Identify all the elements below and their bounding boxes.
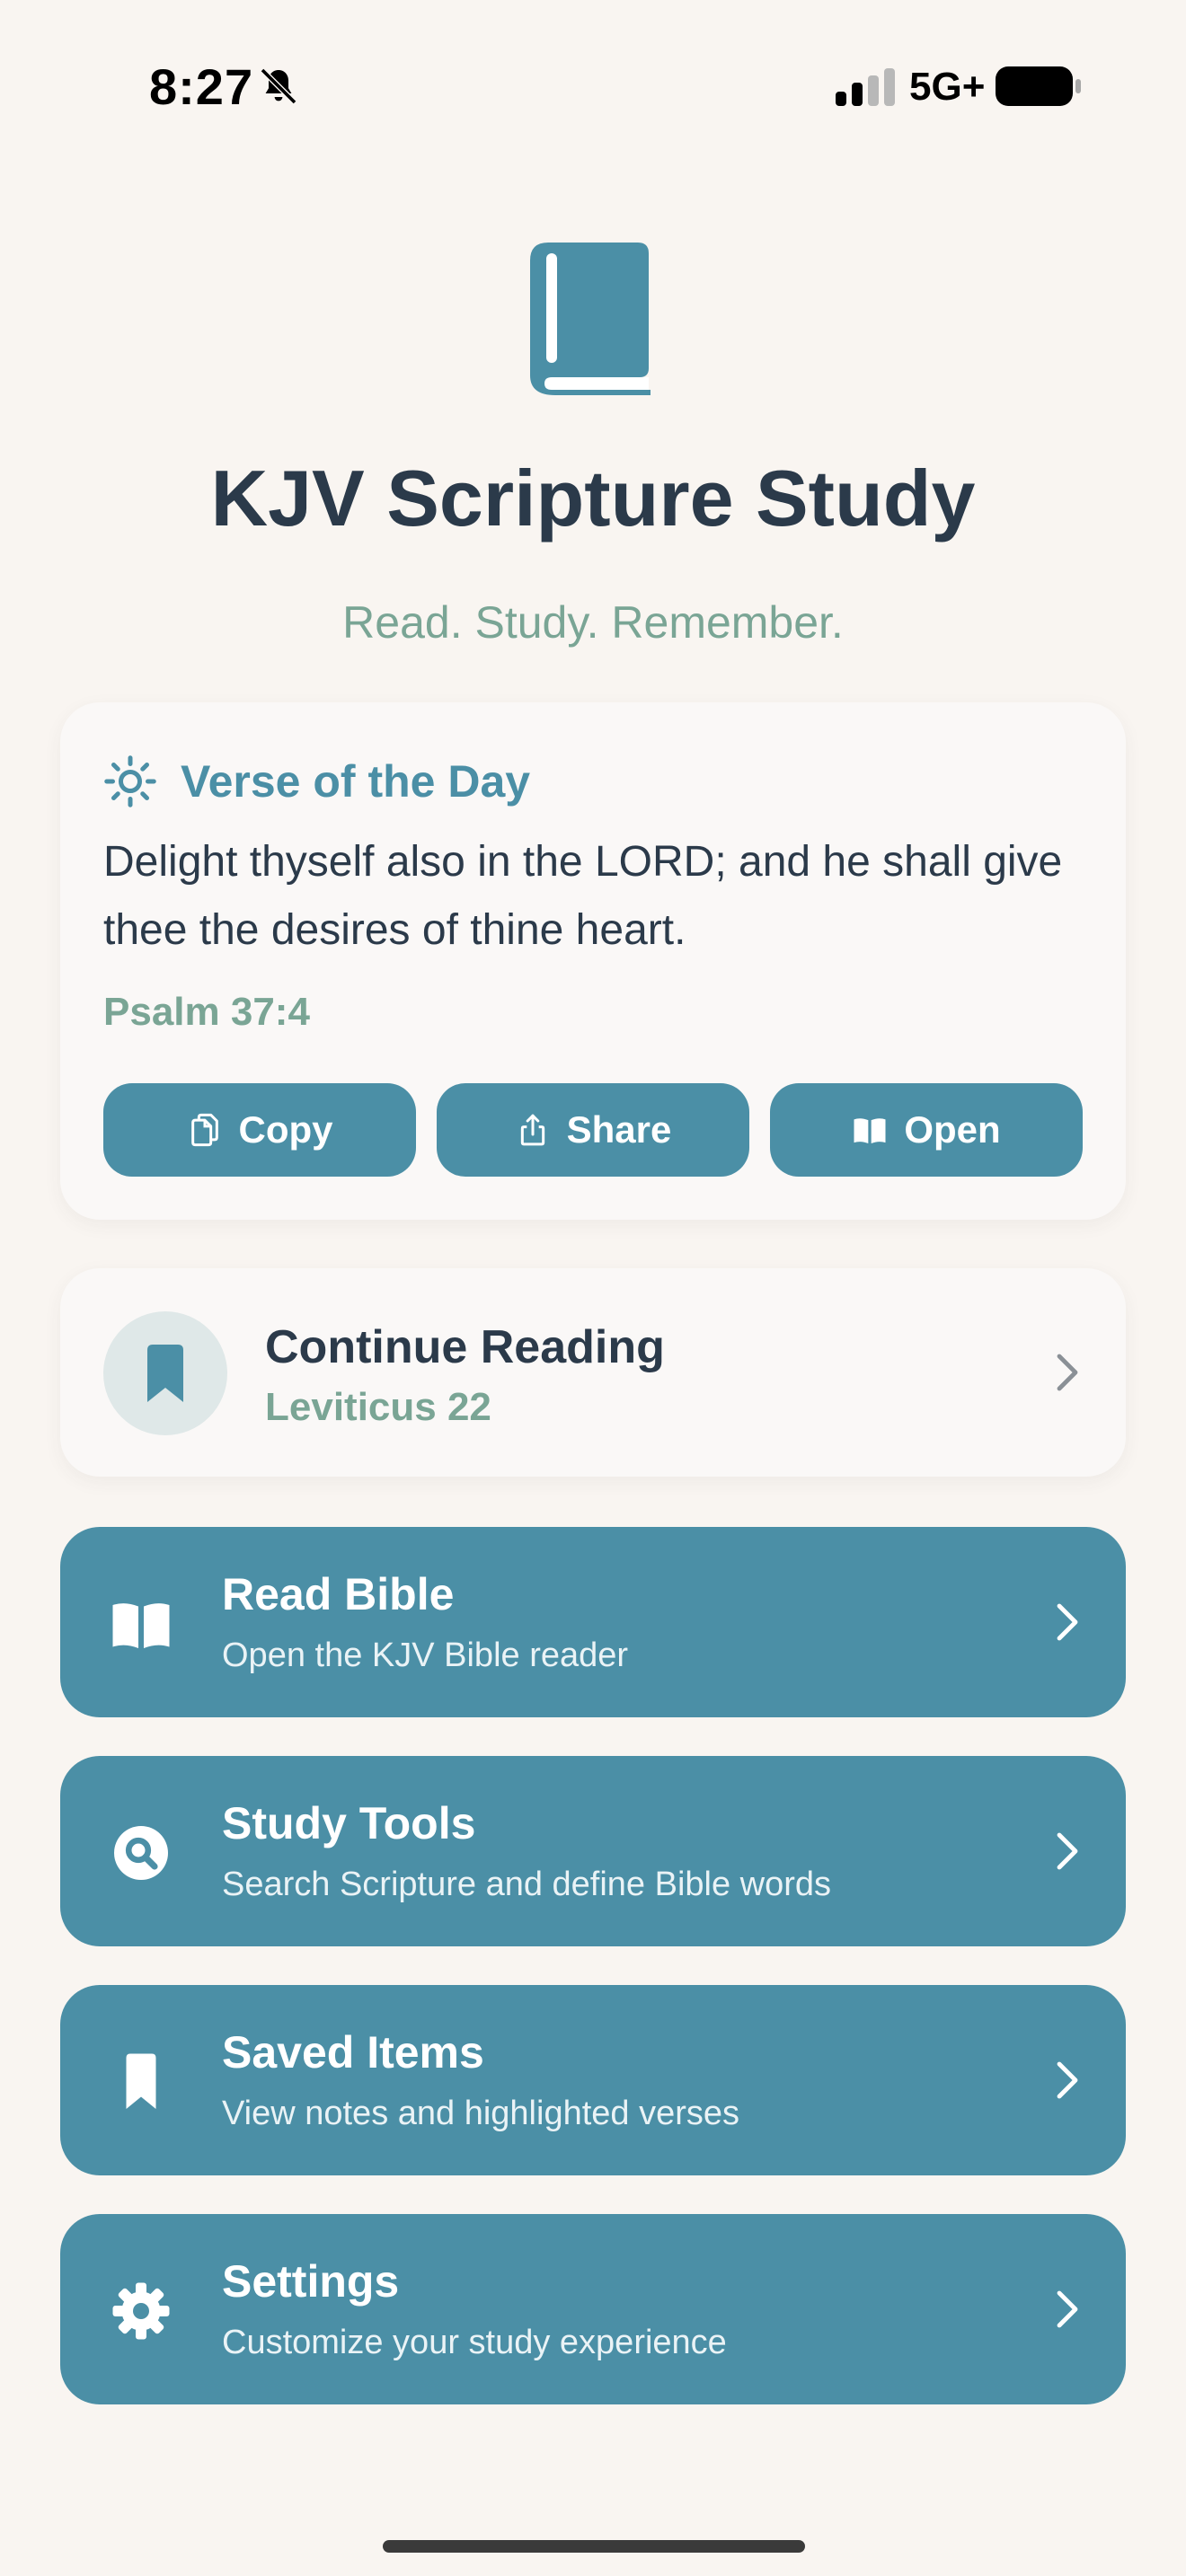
chevron-right-icon	[1057, 1354, 1078, 1391]
continue-reading-title: Continue Reading	[265, 1321, 665, 1373]
settings-title: Settings	[222, 2256, 400, 2307]
home-indicator[interactable]	[383, 2540, 805, 2553]
continue-reading-location: Leviticus 22	[265, 1385, 491, 1429]
chevron-right-icon	[1057, 1832, 1078, 1870]
bookmark-badge	[103, 1311, 227, 1435]
open-book-icon	[112, 1603, 170, 1648]
bookmark-icon	[126, 2053, 156, 2109]
bookmark-icon	[147, 1345, 183, 1402]
verse-text: Delight thyself also in the LORD; and he…	[103, 838, 1063, 954]
bell-muted-icon	[260, 67, 297, 105]
sun-icon	[104, 755, 156, 807]
share-button[interactable]: Share	[437, 1083, 749, 1177]
book-icon	[530, 243, 651, 395]
share-label: Share	[566, 1108, 672, 1151]
app-title: KJV Scripture Study	[210, 454, 976, 543]
share-icon	[520, 1114, 544, 1146]
settings-subtitle: Customize your study experience	[222, 2324, 727, 2361]
verse-of-the-day-card: Verse of the Day Delight thyself also in…	[60, 702, 1126, 1220]
status-bar: 8:27 5G+	[0, 0, 1186, 171]
chevron-right-icon	[1057, 2061, 1078, 2099]
verse-actions: Copy Share Open	[103, 1083, 1083, 1177]
chevron-right-icon	[1057, 1603, 1078, 1641]
verse-reference: Psalm 37:4	[103, 990, 310, 1034]
battery-icon	[996, 66, 1081, 106]
read-bible-button[interactable]: Read Bible Open the KJV Bible reader	[60, 1527, 1126, 1717]
study-tools-subtitle: Search Scripture and define Bible words	[222, 1866, 832, 1903]
copy-label: Copy	[238, 1108, 333, 1151]
verse-of-the-day-heading: Verse of the Day	[181, 756, 531, 807]
copy-icon	[190, 1113, 218, 1147]
gear-icon	[112, 2282, 170, 2340]
open-button[interactable]: Open	[770, 1083, 1083, 1177]
app-tagline: Read. Study. Remember.	[342, 597, 844, 648]
open-book-icon	[854, 1118, 886, 1143]
copy-button[interactable]: Copy	[103, 1083, 416, 1177]
network-type: 5G+	[909, 65, 986, 109]
search-icon	[114, 1826, 168, 1880]
chevron-right-icon	[1057, 2290, 1078, 2328]
study-tools-title: Study Tools	[222, 1798, 476, 1848]
open-label: Open	[904, 1108, 1001, 1151]
read-bible-subtitle: Open the KJV Bible reader	[222, 1636, 629, 1674]
study-tools-button[interactable]: Study Tools Search Scripture and define …	[60, 1756, 1126, 1946]
read-bible-title: Read Bible	[222, 1569, 455, 1619]
settings-button[interactable]: Settings Customize your study experience	[60, 2214, 1126, 2404]
status-time: 8:27	[149, 58, 254, 115]
continue-reading-card[interactable]: Continue Reading Leviticus 22	[60, 1268, 1126, 1477]
verse-of-the-day-header: Verse of the Day	[103, 745, 530, 817]
saved-items-title: Saved Items	[222, 2027, 484, 2078]
saved-items-subtitle: View notes and highlighted verses	[222, 2095, 740, 2132]
cellular-signal-icon	[836, 68, 895, 106]
saved-items-button[interactable]: Saved Items View notes and highlighted v…	[60, 1985, 1126, 2175]
